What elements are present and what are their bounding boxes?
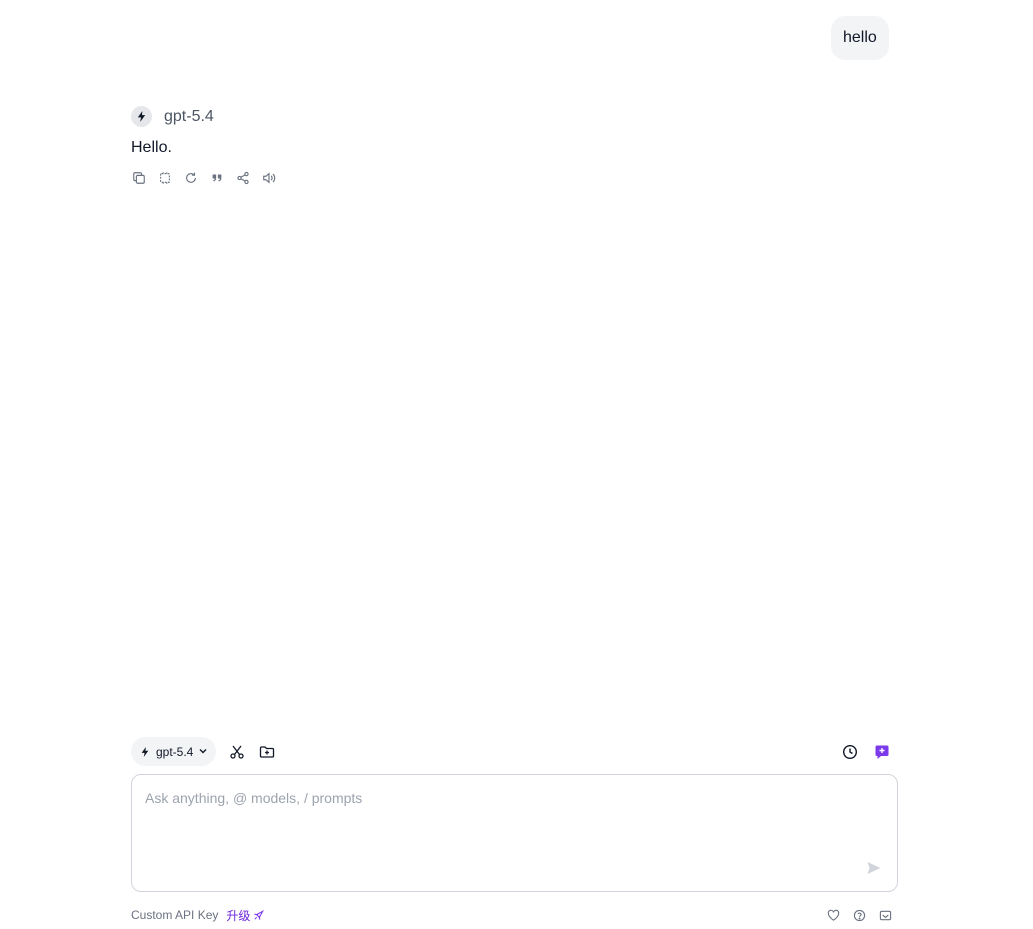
user-message-bubble: hello: [831, 16, 889, 60]
assistant-model-name: gpt-5.4: [164, 107, 214, 125]
heart-icon[interactable]: [826, 908, 840, 922]
send-icon[interactable]: [865, 859, 883, 877]
copy-plain-icon[interactable]: [157, 170, 173, 186]
model-selector[interactable]: gpt-5.4: [131, 737, 217, 766]
read-aloud-icon[interactable]: [261, 170, 277, 186]
chat-input-container: [131, 774, 898, 892]
history-clock-icon[interactable]: [841, 743, 859, 761]
rocket-icon: [254, 909, 265, 920]
message-actions: [131, 170, 277, 186]
new-chat-icon[interactable]: [873, 743, 891, 761]
model-bolt-icon: [139, 746, 151, 758]
toolbar-right: [841, 743, 898, 761]
regenerate-icon[interactable]: [183, 170, 199, 186]
copy-icon[interactable]: [131, 170, 147, 186]
custom-api-key-link[interactable]: Custom API Key: [131, 908, 218, 922]
chat-input[interactable]: [132, 775, 897, 891]
model-avatar: [131, 106, 152, 127]
user-message-text: hello: [843, 29, 877, 46]
upgrade-button[interactable]: 升级: [226, 907, 265, 924]
quote-icon[interactable]: [209, 170, 225, 186]
help-icon[interactable]: [852, 908, 866, 922]
chevron-down-icon: [198, 745, 208, 759]
share-icon[interactable]: [235, 170, 251, 186]
assistant-reply: Hello.: [131, 139, 172, 156]
folder-add-icon[interactable]: [258, 743, 276, 761]
composer-footer: Custom API Key 升级: [131, 906, 898, 924]
model-selector-label: gpt-5.4: [156, 744, 194, 759]
assistant-header: gpt-5.4: [131, 106, 214, 127]
composer-toolbar: gpt-5.4: [131, 737, 898, 766]
mail-icon[interactable]: [878, 908, 892, 922]
scissors-icon[interactable]: [228, 743, 246, 761]
openai-bolt-icon: [137, 111, 146, 122]
upgrade-label: 升级: [226, 908, 251, 923]
